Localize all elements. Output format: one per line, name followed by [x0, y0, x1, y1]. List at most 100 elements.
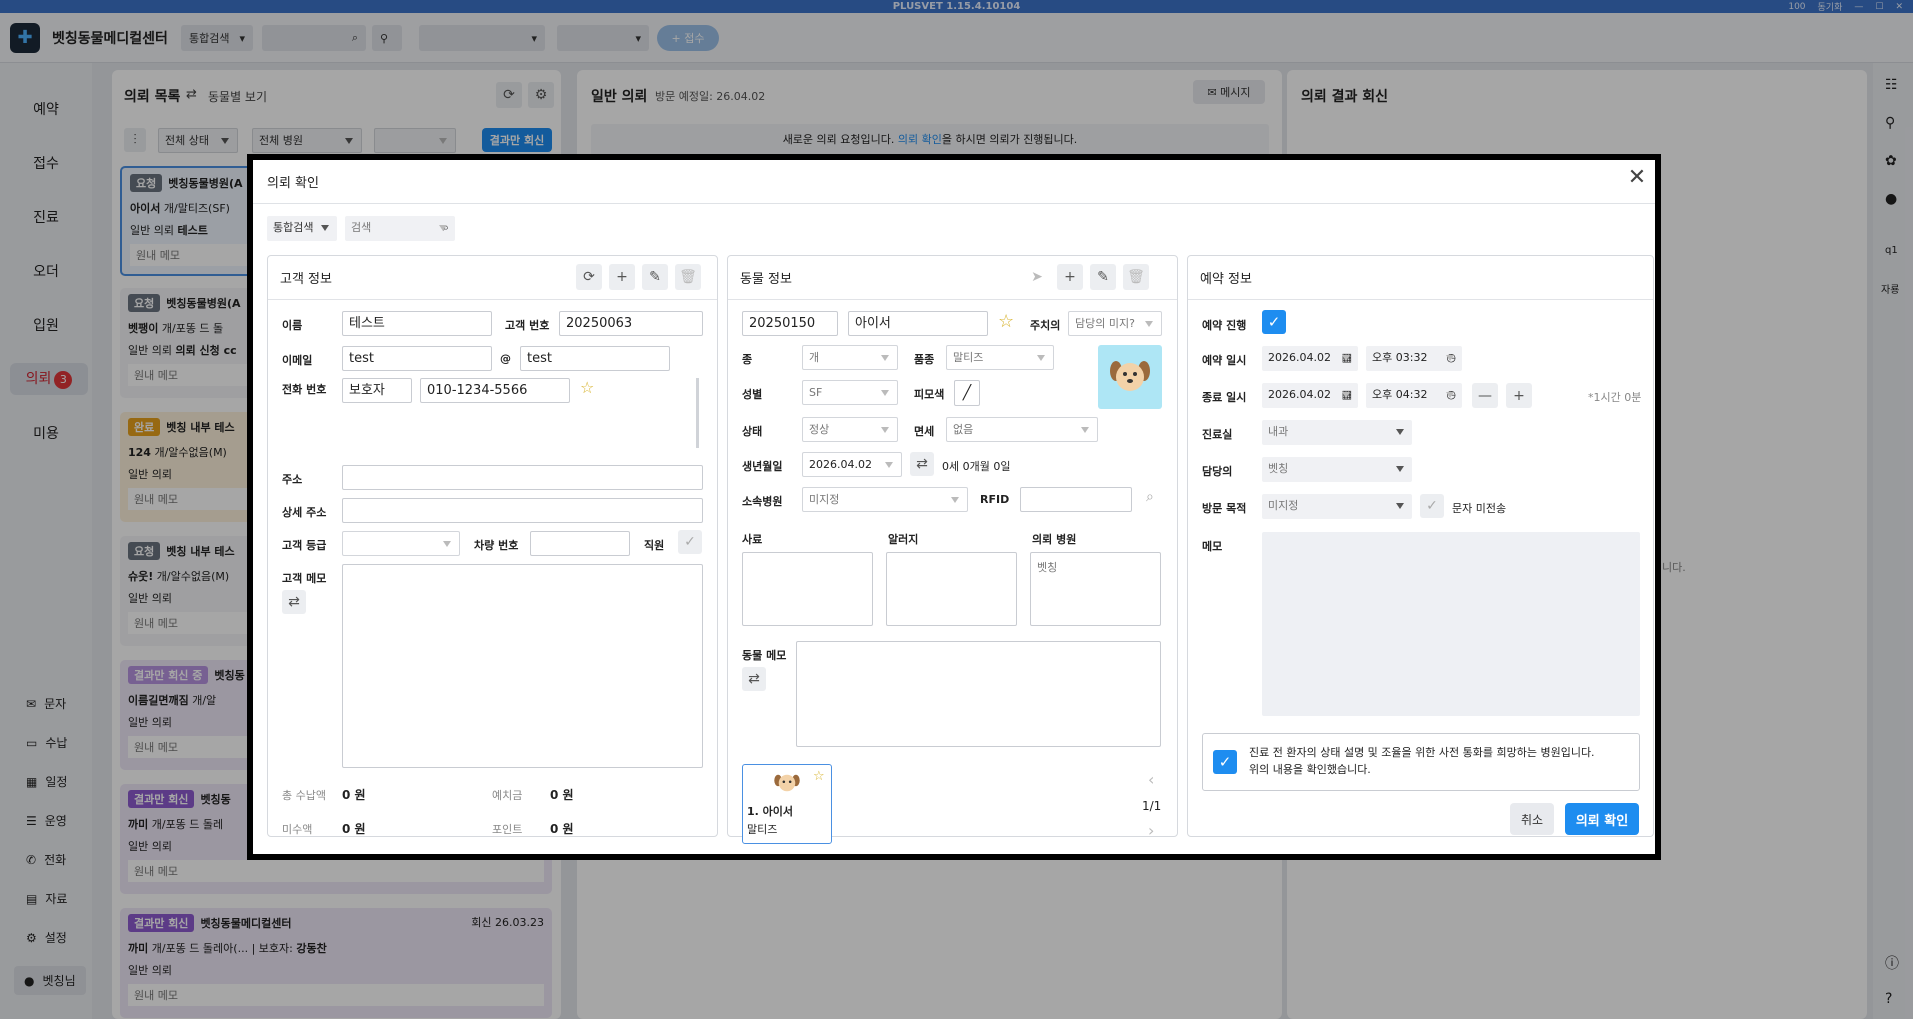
cancel-button[interactable]: 취소: [1510, 803, 1554, 835]
email-user-field[interactable]: test: [342, 346, 492, 371]
sex-label: 성별: [742, 388, 763, 401]
end-date-field[interactable]: 2026.04.02 ▦: [1262, 383, 1358, 408]
chevron-right-icon[interactable]: ›: [1148, 821, 1154, 840]
hospital-label: 소속병원: [742, 495, 783, 508]
delete-icon[interactable]: 🗑: [1123, 264, 1149, 290]
ref-hospital-field[interactable]: 벳칭: [1030, 552, 1161, 626]
address-field[interactable]: [342, 465, 703, 490]
calendar-icon[interactable]: ▦: [1342, 383, 1352, 406]
species-select[interactable]: 개: [802, 345, 898, 370]
birth-label: 생년월일: [742, 460, 783, 473]
customer-grade-select[interactable]: [342, 531, 460, 556]
referral-confirm-dialog: 의뢰 확인 ✕ 통합검색 검색 ⌕ 고객 정보 ⟳ + ✎ 🗑 이름 테스트 고객…: [247, 154, 1661, 860]
star-icon[interactable]: ☆: [998, 311, 1014, 332]
room-select[interactable]: 내과: [1262, 420, 1412, 445]
allergy-field[interactable]: [886, 552, 1017, 626]
animal-card[interactable]: ☆ 1. 아이서 말티즈: [742, 764, 832, 844]
car-number-label: 차량 번호: [474, 539, 519, 552]
search-scope-select[interactable]: 통합검색: [267, 216, 337, 241]
status-select[interactable]: 정상: [802, 417, 898, 442]
reservation-date-field[interactable]: 2026.04.02 ▦: [1262, 346, 1358, 371]
consent-checkbox[interactable]: ✓: [1213, 750, 1237, 774]
animal-photo[interactable]: [1098, 345, 1162, 409]
calendar-icon[interactable]: ▦: [1342, 346, 1352, 369]
reservation-section-title: 예약 정보: [1200, 272, 1252, 287]
tax-exempt-label: 면세: [914, 425, 935, 438]
staff-checkbox[interactable]: ✓: [678, 530, 702, 554]
swap-icon[interactable]: ⇄: [742, 667, 766, 691]
breed-select[interactable]: 말티즈: [946, 345, 1054, 370]
search-icon[interactable]: ⌕: [1146, 489, 1154, 505]
allergy-label: 알러지: [888, 533, 919, 546]
sex-select[interactable]: SF: [802, 380, 898, 405]
add-icon[interactable]: +: [1057, 264, 1083, 290]
food-field[interactable]: [742, 552, 873, 626]
reservation-memo-field[interactable]: [1262, 532, 1640, 716]
tax-exempt-select[interactable]: 없음: [946, 417, 1098, 442]
chart-number-field[interactable]: 20250150: [742, 311, 838, 336]
customer-info-section: 고객 정보 ⟳ + ✎ 🗑 이름 테스트 고객 번호 20250063 이메일 …: [267, 255, 718, 837]
delete-icon[interactable]: 🗑: [675, 264, 701, 290]
star-icon[interactable]: ☆: [813, 769, 825, 784]
consent-line-2: 위의 내용을 확인했습니다.: [1249, 763, 1371, 776]
reservation-info-section: 예약 정보 예약 진행 ✓ 예약 일시 2026.04.02 ▦ 오후 03:32…: [1187, 255, 1654, 837]
rfid-field[interactable]: [1020, 487, 1132, 512]
edit-icon[interactable]: ✎: [642, 264, 668, 290]
consent-line-1: 진료 전 환자의 상태 설명 및 조율을 위한 사전 통화를 희망하는 병원입니…: [1249, 746, 1595, 759]
phone-type-field[interactable]: 보호자: [342, 378, 412, 403]
duration-text: *1시간 0분: [1588, 391, 1642, 404]
end-time-field[interactable]: 오후 04:32 ◷: [1366, 383, 1462, 408]
doctor-select[interactable]: 벳칭: [1262, 457, 1412, 482]
star-icon[interactable]: ☆: [580, 378, 594, 397]
customer-section-title: 고객 정보: [280, 272, 332, 287]
phone-list-scrollbar[interactable]: [696, 378, 699, 448]
coat-color-picker[interactable]: ╱: [954, 380, 980, 406]
reservation-progress-label: 예약 진행: [1202, 319, 1247, 332]
reservation-date-label: 예약 일시: [1202, 354, 1247, 367]
sms-checkbox[interactable]: ✓: [1420, 494, 1444, 518]
detail-address-field[interactable]: [342, 498, 703, 523]
swap-icon[interactable]: ⇄: [910, 452, 934, 476]
email-domain-field[interactable]: test: [520, 346, 670, 371]
reservation-time-field[interactable]: 오후 03:32 ◷: [1366, 346, 1462, 371]
add-icon[interactable]: +: [609, 264, 635, 290]
breed-label: 품종: [914, 353, 935, 366]
minus-icon[interactable]: —: [1472, 383, 1498, 408]
unpaid-value: 0 원: [342, 822, 366, 836]
swap-icon[interactable]: ⇄: [282, 590, 306, 614]
animal-card-name: 1. 아이서: [747, 805, 794, 818]
visit-purpose-select[interactable]: 미지정: [1262, 494, 1412, 519]
search-placeholder: 검색: [351, 221, 372, 234]
room-label: 진료실: [1202, 428, 1233, 441]
dialog-search-input[interactable]: 검색 ⌕: [345, 216, 455, 241]
doctor-select[interactable]: 담당의 미지?: [1068, 311, 1162, 336]
hospital-select[interactable]: 미지정: [802, 487, 968, 512]
customer-memo-label: 고객 메모: [282, 572, 327, 585]
customer-number-label: 고객 번호: [505, 319, 550, 332]
customer-memo-field[interactable]: [342, 564, 703, 768]
search-icon[interactable]: ⌕: [443, 216, 449, 239]
email-at: @: [500, 352, 511, 365]
clock-icon[interactable]: ◷: [1446, 383, 1456, 406]
phone-number-field[interactable]: 010-1234-5566: [420, 378, 570, 403]
animal-name-field[interactable]: 아이서: [848, 311, 988, 336]
refresh-icon[interactable]: ⟳: [576, 264, 602, 290]
edit-icon[interactable]: ✎: [1090, 264, 1116, 290]
close-icon[interactable]: ✕: [1625, 166, 1649, 190]
send-icon[interactable]: ➤: [1024, 264, 1050, 290]
car-number-field[interactable]: [530, 531, 630, 556]
customer-number-field[interactable]: 20250063: [559, 311, 703, 336]
reservation-progress-checkbox[interactable]: ✓: [1262, 310, 1286, 334]
end-time-value: 오후 04:32: [1372, 388, 1428, 401]
consent-box: ✓ 진료 전 환자의 상태 설명 및 조율을 위한 사전 통화를 희망하는 병원…: [1202, 733, 1640, 791]
section-divider: [268, 299, 717, 300]
confirm-referral-button[interactable]: 의뢰 확인: [1565, 803, 1639, 835]
species-label: 종: [742, 353, 753, 366]
chevron-left-icon[interactable]: ‹: [1148, 770, 1154, 789]
plus-icon[interactable]: +: [1506, 383, 1532, 408]
birth-date-field[interactable]: 2026.04.02: [802, 452, 902, 477]
point-label: 포인트: [492, 823, 523, 836]
name-field[interactable]: 테스트: [342, 311, 492, 336]
clock-icon[interactable]: ◷: [1446, 346, 1456, 369]
animal-memo-field[interactable]: [796, 641, 1161, 747]
